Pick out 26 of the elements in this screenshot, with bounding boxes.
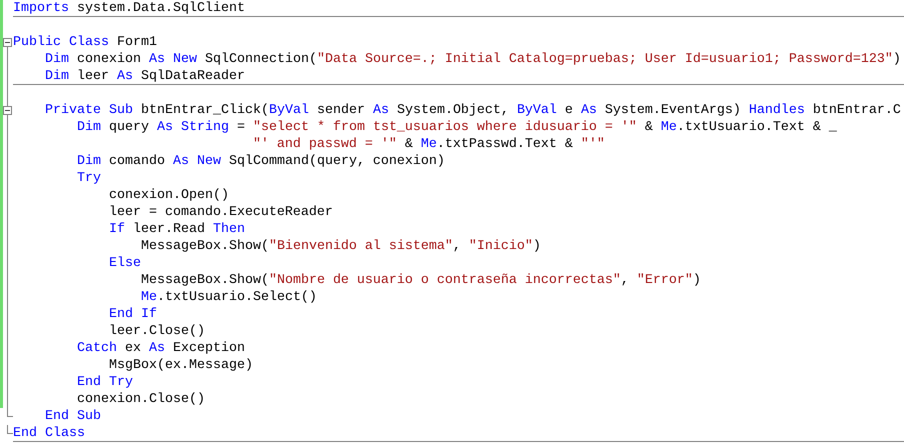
collapse-icon[interactable] xyxy=(3,38,12,47)
code-line: MessageBox.Show("Bienvenido al sistema", "Inicio") xyxy=(140,239,541,254)
code-line: MessageBox.Show("Nombre de usuario o contraseña incorrectas", "Error") xyxy=(140,273,701,288)
code-line: Else xyxy=(108,256,141,271)
code-line: Catch ex As Exception xyxy=(76,341,245,356)
code-line: End Class xyxy=(13,426,85,441)
code-line: End Sub xyxy=(44,409,101,424)
code-line: Me.txtUsuario.Select() xyxy=(140,290,317,305)
code-line: If leer.Read Then xyxy=(108,222,245,237)
code-line: leer = comando.ExecuteReader xyxy=(108,205,333,220)
code-line: Dim comando As New SqlCommand(query, conexion) xyxy=(76,154,445,169)
code-line: MsgBox(ex.Message) xyxy=(108,358,253,373)
code-line: Try xyxy=(76,171,101,186)
code-line: End If xyxy=(108,307,157,322)
code-line: Dim leer As SqlDataReader xyxy=(44,69,245,84)
code-line: Imports system.Data.SqlClient xyxy=(13,1,245,16)
code-line: Private Sub btnEntrar_Click(ByVal sender As System.Object, ByVal e As System.EventArgs) Handles btnEntrar.C xyxy=(44,103,901,118)
code-line: conexion.Close() xyxy=(76,392,205,407)
code-line: Dim conexion As New SqlConnection("Data Source=.; Initial Catalog=pruebas; User Id=usuario1; Password=123") xyxy=(44,52,901,67)
code-line: Dim query As String = "select * from tst_usuarios where idusuario = '" & Me.txtUsuario.Text & _ xyxy=(76,120,837,135)
code-line: Public Class Form1 xyxy=(13,35,157,50)
code-line: leer.Close() xyxy=(108,324,205,339)
code-line: "' and passwd = '" & Me.txtPasswd.Text & "'" xyxy=(252,137,605,152)
code-line: conexion.Open() xyxy=(108,188,229,203)
collapse-icon[interactable] xyxy=(3,106,12,115)
code-line: End Try xyxy=(76,375,133,390)
